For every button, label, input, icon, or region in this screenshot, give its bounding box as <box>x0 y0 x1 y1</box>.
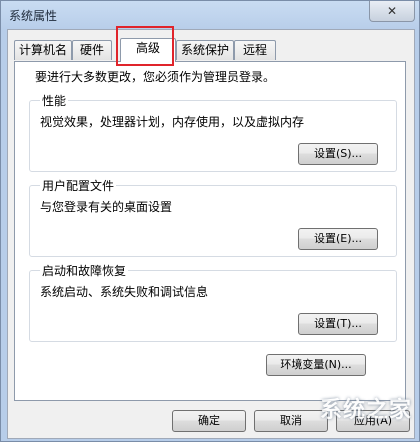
tab-computer-name[interactable]: 计算机名 <box>14 40 72 60</box>
ok-button[interactable]: 确定 <box>172 410 246 432</box>
dialog-client-area: 计算机名 硬件 高级 系统保护 远程 要进行大多数更改，您必须作为管理员登录。 … <box>7 29 415 439</box>
user-profiles-title: 用户配置文件 <box>40 177 117 194</box>
tab-remote[interactable]: 远程 <box>234 40 276 60</box>
tab-hardware[interactable]: 硬件 <box>72 40 112 60</box>
startup-recovery-description: 系统启动、系统失败和调试信息 <box>40 285 209 299</box>
environment-variables-button[interactable]: 环境变量(N)... <box>266 354 366 376</box>
tab-system-protection[interactable]: 系统保护 <box>176 40 234 60</box>
window-title: 系统属性 <box>9 9 58 23</box>
system-properties-window: 系统属性 ✕ 计算机名 硬件 高级 系统保护 远程 要进行大多数更改，您必须作为… <box>0 0 420 442</box>
user-profiles-group: 用户配置文件 与您登录有关的桌面设置 设置(E)... <box>29 177 397 257</box>
user-profiles-settings-button[interactable]: 设置(E)... <box>298 228 378 250</box>
performance-group: 性能 视觉效果，处理器计划，内存使用，以及虚拟内存 设置(S)... <box>29 92 397 172</box>
user-profiles-description: 与您登录有关的桌面设置 <box>40 200 173 214</box>
admin-note: 要进行大多数更改，您必须作为管理员登录。 <box>35 70 276 84</box>
watermark-logo: 系统之家 <box>320 398 413 423</box>
performance-description: 视觉效果，处理器计划，内存使用，以及虚拟内存 <box>40 115 305 129</box>
title-bar[interactable]: 系统属性 ✕ <box>1 1 419 29</box>
startup-recovery-settings-button[interactable]: 设置(T)... <box>298 313 378 335</box>
close-icon: ✕ <box>386 4 398 18</box>
performance-settings-button[interactable]: 设置(S)... <box>298 143 378 165</box>
performance-title: 性能 <box>40 92 69 109</box>
startup-recovery-group: 启动和故障恢复 系统启动、系统失败和调试信息 设置(T)... <box>29 262 397 342</box>
cancel-button[interactable]: 取消 <box>254 410 328 432</box>
close-button[interactable]: ✕ <box>369 1 415 22</box>
startup-recovery-title: 启动和故障恢复 <box>40 262 129 279</box>
tab-advanced[interactable]: 高级 <box>120 38 176 62</box>
